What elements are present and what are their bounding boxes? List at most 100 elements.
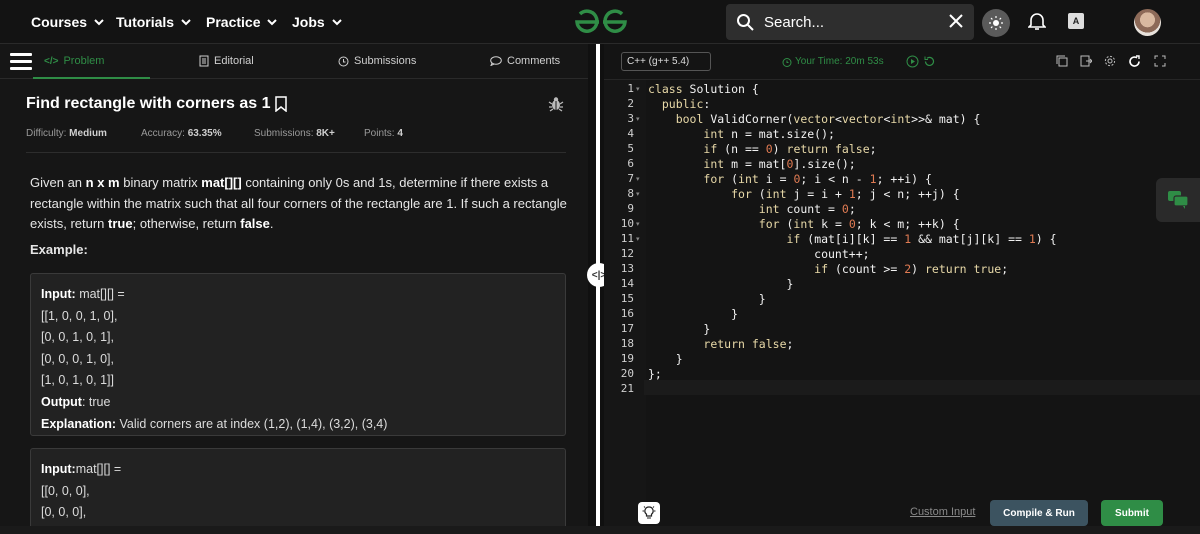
code-line[interactable]: bool ValidCorner(vector<vector<int>>& ma… <box>648 112 981 126</box>
refresh-icon[interactable] <box>1128 55 1141 68</box>
code-line[interactable]: for (int i = 0; i < n - 1; ++i) { <box>648 172 932 186</box>
clock-icon <box>338 56 349 66</box>
chevron-down-icon <box>94 19 104 26</box>
code-line[interactable]: class Solution { <box>648 82 759 96</box>
code-line[interactable]: }; <box>648 367 662 381</box>
line-number: 12 <box>620 247 634 260</box>
code-line[interactable]: count++; <box>648 247 869 261</box>
settings-icon[interactable] <box>1104 55 1116 67</box>
fold-arrow-icon[interactable]: ▾ <box>636 115 640 123</box>
lightbulb-icon[interactable] <box>638 502 660 524</box>
code-line[interactable]: } <box>648 322 710 336</box>
line-number: 14 <box>620 277 634 290</box>
difficulty: Difficulty: Medium <box>26 128 107 139</box>
problem-description: Given an n x m binary matrix mat[][] con… <box>30 173 570 235</box>
chevron-down-icon <box>181 19 191 26</box>
problem-title-text: Find rectangle with corners as 1 <box>26 95 271 112</box>
current-line-highlight <box>644 380 1200 395</box>
gfg-logo[interactable] <box>574 9 628 35</box>
fold-arrow-icon[interactable]: ▾ <box>636 85 640 93</box>
avatar[interactable] <box>1134 9 1161 36</box>
tab-submissions-label: Submissions <box>354 55 417 67</box>
fold-arrow-icon[interactable]: ▾ <box>636 220 640 228</box>
accuracy: Accuracy: 63.35% <box>141 128 222 139</box>
desc-text: ; otherwise, return <box>132 216 241 231</box>
difficulty-label: Difficulty: <box>26 128 67 139</box>
nav-practice[interactable]: Practice <box>206 14 278 30</box>
tab-comments-label: Comments <box>507 55 561 67</box>
code-line[interactable]: if (mat[i][k] == 1 && mat[j][k] == 1) { <box>648 232 1056 246</box>
bell-icon[interactable] <box>1028 11 1046 31</box>
desc-bold: false <box>240 216 270 231</box>
reset-timer-icon[interactable] <box>923 55 936 68</box>
bookmark-icon[interactable] <box>274 96 287 112</box>
fold-arrow-icon[interactable]: ▾ <box>636 175 640 183</box>
copy-icon[interactable] <box>1056 55 1068 67</box>
line-number: 19 <box>620 352 634 365</box>
comment-icon <box>490 56 502 66</box>
desc-bold: mat[][] <box>201 175 242 190</box>
line-number: 1 <box>627 82 634 95</box>
nav-tutorials[interactable]: Tutorials <box>116 14 192 30</box>
tab-comments[interactable]: Comments <box>490 55 560 67</box>
matrix-row: [0, 0, 0, 1, 0], <box>41 351 114 366</box>
tab-editorial[interactable]: Editorial <box>199 55 254 67</box>
top-navbar: Courses Tutorials Practice Jobs Search..… <box>0 0 1200 44</box>
theme-toggle-button[interactable] <box>982 9 1010 37</box>
tab-problem[interactable]: </> Problem <box>44 55 104 67</box>
translate-icon[interactable]: A <box>1068 13 1084 29</box>
code-line[interactable]: if (count >= 2) return true; <box>648 262 1008 276</box>
export-icon[interactable] <box>1080 55 1092 67</box>
bug-report-icon[interactable] <box>548 96 564 112</box>
code-line[interactable]: public: <box>648 97 710 111</box>
chat-icon[interactable] <box>1156 178 1200 222</box>
problem-title: Find rectangle with corners as 1 <box>26 95 287 113</box>
code-line[interactable]: int count = 0; <box>648 202 856 216</box>
language-select[interactable]: C++ (g++ 5.4) <box>621 52 711 71</box>
nav-jobs[interactable]: Jobs <box>292 14 343 30</box>
fullscreen-icon[interactable] <box>1154 55 1166 67</box>
code-line[interactable]: return false; <box>648 337 793 351</box>
line-number: 11 <box>620 232 634 245</box>
code-line[interactable]: } <box>648 277 793 291</box>
submissions-count: Submissions: 8K+ <box>254 128 335 139</box>
problem-tabs: </> Problem Editorial Submissions Commen… <box>0 44 588 79</box>
matrix-row: [1, 0, 1, 0, 1]] <box>41 373 114 388</box>
accuracy-label: Accuracy: <box>141 128 185 139</box>
tab-submissions[interactable]: Submissions <box>338 55 416 67</box>
close-icon[interactable] <box>948 13 964 29</box>
menu-icon[interactable] <box>10 53 32 71</box>
bottom-strip <box>0 526 1200 534</box>
code-line[interactable]: int n = mat.size(); <box>648 127 835 141</box>
difficulty-value: Medium <box>69 128 107 139</box>
code-line[interactable]: } <box>648 352 683 366</box>
timer-icon <box>782 57 792 67</box>
line-number: 3 <box>627 112 634 125</box>
compile-run-button[interactable]: Compile & Run <box>990 500 1088 526</box>
example-heading: Example: <box>30 242 88 257</box>
input-label: Input: <box>41 287 76 301</box>
code-line[interactable]: if (n == 0) return false; <box>648 142 876 156</box>
divider <box>26 152 566 153</box>
submissions-label: Submissions: <box>254 128 314 139</box>
code-line[interactable]: } <box>648 292 766 306</box>
play-icon[interactable] <box>906 55 919 68</box>
submit-button[interactable]: Submit <box>1101 500 1163 526</box>
search-input[interactable]: Search... <box>764 14 824 31</box>
input-var: mat[][] = <box>75 287 125 301</box>
output-value: : true <box>81 394 111 409</box>
example-input: Input: mat[][] = <box>41 284 555 306</box>
code-line[interactable]: for (int k = 0; k < m; ++k) { <box>648 217 960 231</box>
code-line[interactable]: } <box>648 307 738 321</box>
custom-input-link[interactable]: Custom Input <box>910 506 975 518</box>
problem-pane: </> Problem Editorial Submissions Commen… <box>0 44 588 534</box>
fold-arrow-icon[interactable]: ▾ <box>636 190 640 198</box>
fold-arrow-icon[interactable]: ▾ <box>636 235 640 243</box>
example-input: Input:mat[][] = <box>41 459 555 481</box>
code-line[interactable]: for (int j = i + 1; j < n; ++j) { <box>648 187 960 201</box>
code-line[interactable]: int m = mat[0].size(); <box>648 157 855 171</box>
nav-courses[interactable]: Courses <box>31 14 105 30</box>
search-box[interactable]: Search... <box>726 4 974 40</box>
nav-jobs-label: Jobs <box>292 14 325 30</box>
editor-pane: C++ (g++ 5.4) Your Time: 20m 53s Custom … <box>604 44 1200 534</box>
